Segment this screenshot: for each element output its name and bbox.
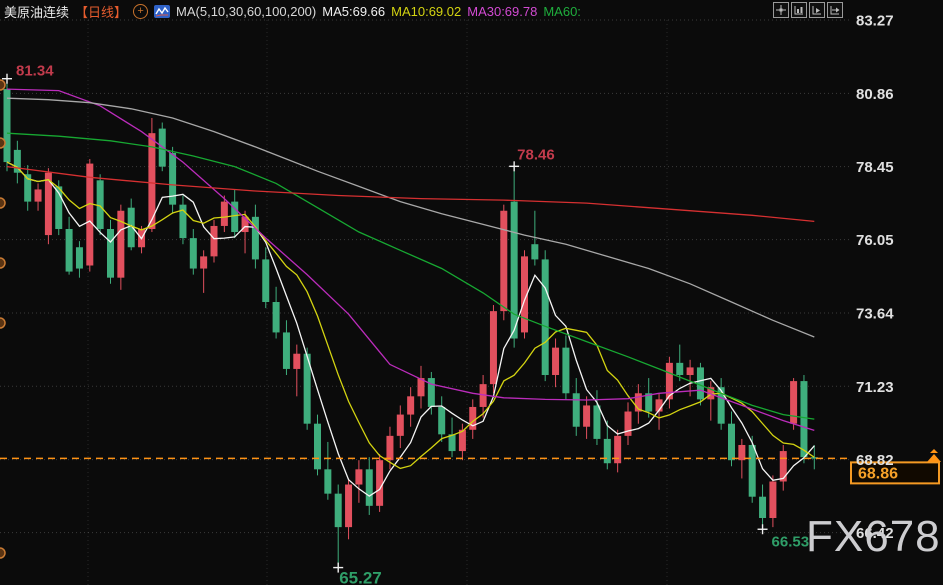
ma-line-MA30 [7, 89, 814, 430]
candle-body [200, 256, 207, 268]
candle-body [790, 381, 797, 424]
candle-body [583, 405, 590, 426]
candle-body [76, 247, 83, 268]
price-axis-label: 73.64 [856, 305, 894, 322]
chart-play-icon[interactable] [809, 2, 825, 18]
watermark: FX678 [806, 512, 941, 562]
price-annotation: 66.53 [772, 533, 810, 550]
event-marker-icon [0, 138, 5, 148]
chart-forward-icon[interactable] [827, 2, 843, 18]
circle-plus-icon[interactable]: + [133, 4, 148, 19]
candle-body [35, 189, 42, 201]
candle-body [449, 434, 456, 451]
price-axis: 83.2780.8678.4576.0573.6471.2368.8266.42 [856, 13, 894, 543]
event-marker-icon [0, 80, 5, 90]
candle-body [386, 436, 393, 460]
candle-body [614, 436, 621, 463]
symbol-name[interactable]: 美原油连续 [4, 2, 69, 21]
candle-body [728, 424, 735, 461]
candle-body [490, 311, 497, 384]
price-axis-label: 78.45 [856, 159, 894, 176]
candle-body [355, 469, 362, 484]
candle-body [593, 405, 600, 438]
price-annotation: 81.34 [16, 63, 54, 80]
chart-panel-icon[interactable] [791, 2, 807, 18]
candle-body [542, 259, 549, 375]
candle-body [190, 238, 197, 268]
price-annotation: 78.46 [517, 146, 555, 163]
trading-chart-window: 美原油连续 【日线】 + MA(5,10,30,60,100,200) MA5:… [0, 0, 943, 585]
candle-body [366, 469, 373, 506]
price-annotation: 65.27 [339, 569, 382, 585]
ma60-value: MA60: [543, 4, 581, 19]
candle-body [376, 460, 383, 506]
candle-body [324, 469, 331, 493]
period-label[interactable]: 【日线】 [75, 2, 127, 21]
candle-body [293, 354, 300, 369]
crosshair-icon[interactable] [773, 2, 789, 18]
price-axis-label: 76.05 [856, 232, 894, 249]
price-axis-label: 80.86 [856, 86, 894, 103]
candle-body [4, 89, 11, 162]
mini-chart-icon[interactable] [154, 5, 170, 18]
price-axis-label: 83.27 [856, 13, 894, 30]
candle-body [97, 180, 104, 229]
event-marker-icon [0, 198, 5, 208]
candle-body [604, 439, 611, 463]
event-marker-icon [0, 548, 5, 558]
ma-summary-label: MA(5,10,30,60,100,200) [176, 4, 316, 19]
candle-body [511, 202, 518, 339]
candle-body [562, 348, 569, 394]
candle-body [283, 332, 290, 369]
price-axis-label: 68.82 [856, 452, 894, 469]
candle-body [552, 348, 559, 375]
candle-body [800, 381, 807, 457]
candle-body [273, 302, 280, 332]
candle-body [221, 202, 228, 226]
ma5-value: MA5:69.66 [322, 4, 385, 19]
event-marker-icon [0, 258, 5, 268]
ma30-value: MA30:69.78 [467, 4, 537, 19]
candle-body [262, 259, 269, 302]
grid [0, 20, 852, 585]
candle-body [500, 211, 507, 311]
candle-body [86, 164, 93, 266]
candle-body [531, 244, 538, 259]
event-marker-icon [0, 318, 5, 328]
candle-body [459, 430, 466, 451]
candle-body [335, 494, 342, 527]
scroll-to-latest-icon[interactable] [927, 449, 941, 462]
candle-body [66, 229, 73, 272]
candle-body [759, 497, 766, 518]
candle-body [211, 226, 218, 256]
candle-body [749, 445, 756, 497]
candle-body [107, 229, 114, 278]
candle-body [769, 481, 776, 518]
candle-body [687, 367, 694, 375]
candles [4, 79, 818, 568]
price-axis-label: 71.23 [856, 379, 894, 396]
candle-body [407, 396, 414, 414]
candle-body [780, 451, 787, 481]
candle-body [345, 485, 352, 528]
candle-body [314, 424, 321, 470]
chart-toolbar [773, 2, 843, 18]
chart-header: 美原油连续 【日线】 + MA(5,10,30,60,100,200) MA5:… [4, 2, 581, 20]
annotations: 81.34 78.46 66.53 65.27 [2, 63, 809, 585]
candle-body [438, 407, 445, 434]
ma-line-MA60 [7, 133, 814, 419]
candlestick-chart[interactable]: 68.8683.2780.8678.4576.0573.6471.2368.82… [0, 0, 943, 585]
ma-lines [7, 89, 814, 496]
candle-body [676, 363, 683, 375]
candle-body [573, 393, 580, 426]
ma10-value: MA10:69.02 [391, 4, 461, 19]
candle-body [697, 367, 704, 399]
candle-body [397, 415, 404, 436]
